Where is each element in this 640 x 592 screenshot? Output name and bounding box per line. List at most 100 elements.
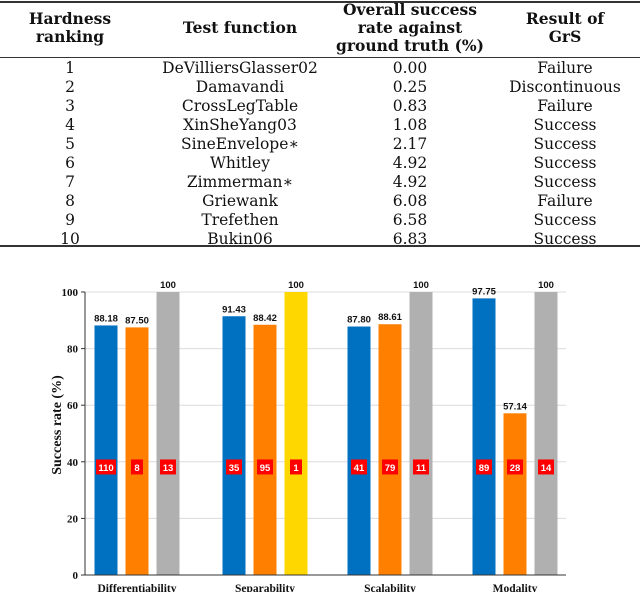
table-mid-rule [0, 57, 640, 58]
bar [472, 298, 496, 575]
cell-result: Success [533, 135, 597, 153]
bar-value-label: 97.75 [472, 286, 496, 297]
bar-value-label: 87.50 [125, 315, 149, 326]
header-result-grs: Result of GrS [525, 9, 605, 46]
bar-group-separability: 91.43 35 88.42 95 100 1 [222, 280, 308, 575]
count-label: 95 [260, 463, 271, 474]
count-label: 89 [479, 463, 490, 474]
cell-success-rate: 1.08 [392, 116, 428, 134]
count-label: 8 [134, 463, 139, 474]
x-category-label: Separability [235, 583, 295, 592]
bar [409, 292, 433, 575]
count-label: 11 [416, 463, 427, 474]
bar [534, 292, 558, 575]
cell-result: Success [533, 173, 597, 191]
bar-value-label: 100 [288, 280, 304, 291]
cell-test-function: Damavandi [195, 78, 285, 96]
bar [94, 325, 118, 575]
cell-test-function: DeVilliersGlasser02 [162, 59, 318, 77]
y-axis-label: Success rate (%) [50, 375, 65, 475]
table-row: 2 Damavandi 0.25 Discontinuous [0, 78, 640, 97]
bar [156, 292, 180, 575]
cell-success-rate: 0.25 [392, 78, 428, 96]
bar [347, 326, 371, 575]
cell-rank: 9 [65, 211, 75, 229]
cell-rank: 7 [65, 173, 75, 191]
cell-success-rate: 2.17 [392, 135, 428, 153]
bar-value-label: 100 [538, 280, 554, 291]
bar [503, 413, 527, 575]
cell-result: Success [533, 211, 597, 229]
cell-success-rate: 0.83 [392, 97, 428, 115]
header-hardness-ranking: Hardness ranking [28, 9, 112, 46]
y-tick-label: 80 [67, 344, 79, 356]
count-label: 35 [229, 463, 240, 474]
count-label: 28 [510, 463, 521, 474]
cell-test-function: CrossLegTable [181, 97, 299, 115]
table-bottom-rule [0, 245, 640, 247]
table-row: 1 DeVilliersGlasser02 0.00 Failure [0, 59, 640, 78]
table-row: 5 SineEnvelope∗ 2.17 Success [0, 135, 640, 154]
bar-value-label: 91.43 [222, 304, 246, 315]
bar [125, 327, 149, 575]
bar-value-label: 88.18 [94, 313, 118, 324]
count-label: 79 [385, 463, 396, 474]
bar-group-scalability: 87.80 41 88.61 79 100 11 [347, 280, 433, 575]
bar-group-differentiability: 88.18 110 87.50 8 100 13 [94, 280, 180, 575]
table-row: 9 Trefethen 6.58 Success [0, 211, 640, 230]
cell-test-function: Griewank [202, 192, 278, 210]
cell-success-rate: 4.92 [392, 173, 428, 191]
cell-test-function: Whitley [210, 154, 270, 172]
cell-result: Success [533, 154, 597, 172]
cell-test-function: Zimmerman∗ [186, 173, 294, 191]
cell-rank: 4 [65, 116, 75, 134]
bar-value-label: 100 [160, 280, 176, 291]
count-label: 13 [163, 463, 174, 474]
bar-value-label: 88.42 [253, 313, 277, 324]
cell-rank: 5 [65, 135, 75, 153]
cell-result: Failure [537, 97, 593, 115]
y-tick-label: 100 [62, 287, 79, 299]
bar-group-modality: 97.75 89 57.14 28 100 14 [472, 280, 558, 575]
bar [253, 324, 277, 575]
x-category-label: Differentiability [98, 583, 177, 592]
bars: 88.18 110 87.50 8 100 13 91.43 35 88.42 95 100 1 87.… [94, 280, 558, 575]
header-success-rate: Overall success rate against ground trut… [336, 0, 484, 55]
cell-rank: 1 [65, 59, 75, 77]
cell-test-function: Trefethen [201, 211, 279, 229]
cell-rank: 8 [65, 192, 75, 210]
cell-result: Success [533, 116, 597, 134]
y-tick-label: 40 [67, 457, 79, 469]
cell-success-rate: 6.58 [392, 211, 428, 229]
x-category-label: Scalability [364, 583, 416, 592]
cell-test-function: XinSheYang03 [183, 116, 297, 134]
table-row: 7 Zimmerman∗ 4.92 Success [0, 173, 640, 192]
bar [284, 292, 308, 575]
cell-result: Failure [537, 192, 593, 210]
bar-value-label: 88.61 [378, 312, 402, 323]
table-row: 4 XinSheYang03 1.08 Success [0, 116, 640, 135]
header-test-function: Test function [182, 18, 298, 37]
count-label: 110 [98, 463, 113, 474]
bar-value-label: 57.14 [503, 401, 527, 412]
cell-result: Discontinuous [509, 78, 621, 96]
count-label: 41 [354, 463, 365, 474]
cell-success-rate: 0.00 [392, 59, 428, 77]
y-tick-label: 60 [67, 400, 79, 412]
table-row: 8 Griewank 6.08 Failure [0, 192, 640, 211]
count-label: 1 [293, 463, 299, 474]
cell-rank: 6 [65, 154, 75, 172]
cell-test-function: SineEnvelope∗ [181, 135, 299, 153]
x-category-label: Modality [493, 583, 538, 592]
table-row: 6 Whitley 4.92 Success [0, 154, 640, 173]
y-tick-label: 20 [67, 513, 79, 525]
cell-rank: 2 [65, 78, 75, 96]
cell-success-rate: 4.92 [392, 154, 428, 172]
bar-value-label: 87.80 [347, 315, 371, 326]
cell-rank: 3 [65, 97, 75, 115]
y-tick-label: 0 [73, 570, 79, 582]
table-row: 3 CrossLegTable 0.83 Failure [0, 97, 640, 116]
cell-success-rate: 6.08 [392, 192, 428, 210]
bar [222, 316, 246, 575]
bar-value-label: 100 [413, 280, 429, 291]
